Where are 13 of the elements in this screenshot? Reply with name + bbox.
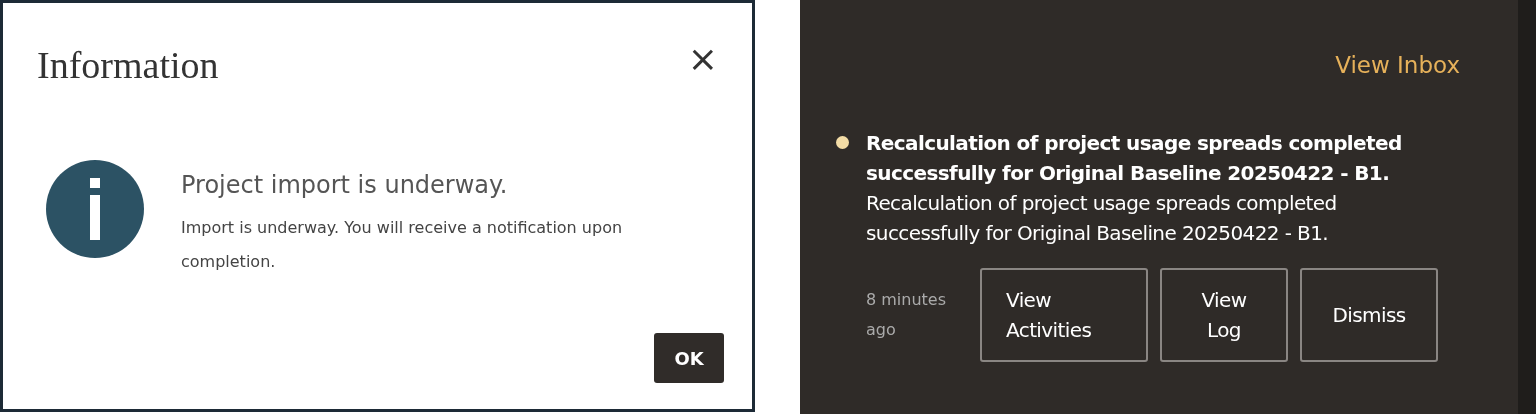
action-button[interactable]: View Activities xyxy=(980,268,1148,362)
view-inbox-link[interactable]: View Inbox xyxy=(1335,52,1460,78)
dialog-message: Import is underway. You will receive a notification upon completion. xyxy=(181,217,624,273)
ok-button[interactable]: OK xyxy=(654,333,724,383)
info-icon xyxy=(45,159,145,259)
action-button[interactable]: View Log xyxy=(1160,268,1288,362)
notification-message: Recalculation of project usage spreads completed successfully for Original Baseline 20250422 - B1. xyxy=(866,190,1338,247)
dialog-heading: Project import is underway. xyxy=(181,171,509,199)
notification-title: Recalculation of project usage spreads completed successfully for Original Baseline 20250422 - B1. xyxy=(866,130,1403,187)
dialog-title: Information xyxy=(37,43,219,87)
notification-time: 8 minutes ago xyxy=(866,289,948,341)
action-button[interactable]: Dismiss xyxy=(1300,268,1438,362)
close-button[interactable]: × xyxy=(683,41,722,77)
